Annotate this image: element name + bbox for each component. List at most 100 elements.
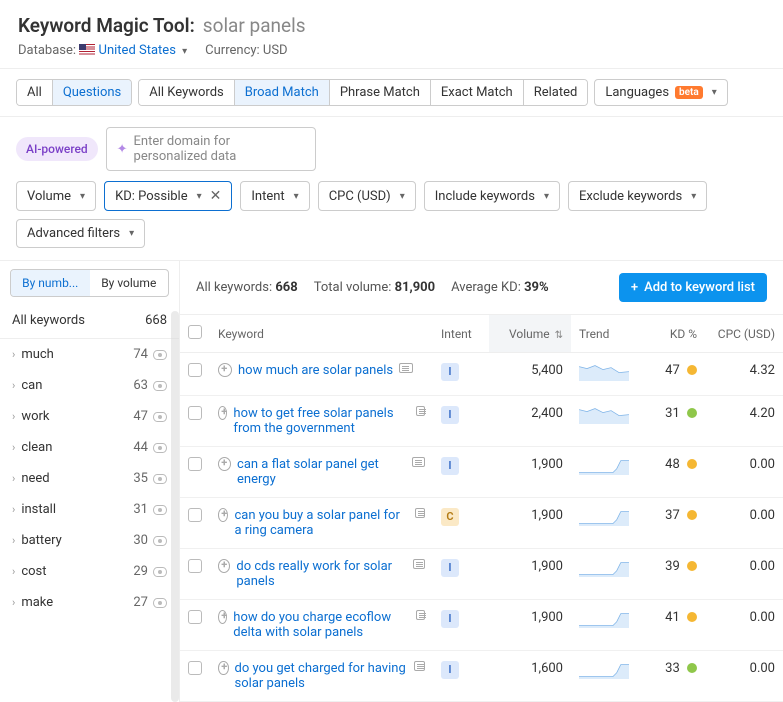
sidebar-item[interactable]: ›work47 <box>0 401 179 432</box>
filter-intent[interactable]: Intent▾ <box>240 181 309 211</box>
filter-include[interactable]: Include keywords▾ <box>424 181 560 211</box>
eye-icon[interactable] <box>153 505 167 515</box>
kd-value: 41 <box>641 600 705 651</box>
select-all-checkbox[interactable] <box>188 325 202 339</box>
col-volume[interactable]: Volume ⇅ <box>489 315 571 353</box>
row-checkbox[interactable] <box>188 457 202 471</box>
kd-dot-icon <box>687 612 697 622</box>
col-trend[interactable]: Trend <box>571 315 641 353</box>
sidebar-item-label: clean <box>21 440 52 455</box>
tab-exact-match[interactable]: Exact Match <box>431 80 524 105</box>
serp-icon[interactable] <box>416 406 425 416</box>
sidebar-item-label: much <box>21 347 54 362</box>
sidebar-item[interactable]: ›need35 <box>0 463 179 494</box>
sidebar-item-label: can <box>21 378 42 393</box>
kd-value: 47 <box>641 353 705 396</box>
expand-icon[interactable] <box>218 559 230 573</box>
col-intent[interactable]: Intent <box>433 315 489 353</box>
domain-input[interactable]: ✦ Enter domain for personalized data <box>106 127 316 171</box>
sparkle-icon: ✦ <box>117 142 128 157</box>
expand-icon[interactable] <box>218 363 232 377</box>
sidebar-item[interactable]: ›much74 <box>0 339 179 370</box>
table-row: do you get charged for having solar pane… <box>180 651 783 702</box>
serp-icon[interactable] <box>412 457 425 467</box>
serp-icon[interactable] <box>399 363 413 373</box>
cpc-value: 0.00 <box>705 600 783 651</box>
col-kd[interactable]: KD % <box>641 315 705 353</box>
keyword-link[interactable]: can you buy a solar panel for a ring cam… <box>234 508 408 538</box>
row-checkbox[interactable] <box>188 508 202 522</box>
chevron-down-icon: ▾ <box>712 87 717 98</box>
sidebar-item[interactable]: ›make27 <box>0 587 179 618</box>
eye-icon[interactable] <box>153 350 167 360</box>
tab-phrase-match[interactable]: Phrase Match <box>330 80 431 105</box>
eye-icon[interactable] <box>153 598 167 608</box>
kd-dot-icon <box>687 408 697 418</box>
filter-kd[interactable]: KD: Possible▾✕ <box>104 181 232 211</box>
tab-all[interactable]: All <box>17 80 53 105</box>
sidebar-all-label: All keywords <box>12 313 85 328</box>
filter-advanced[interactable]: Advanced filters▾ <box>16 219 145 248</box>
serp-icon[interactable] <box>415 508 425 518</box>
keyword-link[interactable]: do cds really work for solar panels <box>236 559 406 589</box>
sidebar-item-count: 47 <box>133 409 148 424</box>
expand-icon[interactable] <box>218 406 227 420</box>
filter-include-label: Include keywords <box>435 189 535 204</box>
expand-icon[interactable] <box>218 457 231 471</box>
keyword-link[interactable]: can a flat solar panel get energy <box>237 457 406 487</box>
database-selector[interactable]: Database: United States ▾ <box>18 43 187 58</box>
keyword-link[interactable]: how much are solar panels <box>238 363 393 378</box>
expand-icon[interactable] <box>218 661 229 675</box>
tab-questions[interactable]: Questions <box>53 80 131 105</box>
trend-sparkline <box>571 447 641 498</box>
eye-icon[interactable] <box>153 536 167 546</box>
chevron-down-icon: ▾ <box>691 191 696 202</box>
sidebar-item[interactable]: ›battery30 <box>0 525 179 556</box>
expand-icon[interactable] <box>218 508 228 522</box>
table-row: do cds really work for solar panels I 1,… <box>180 549 783 600</box>
keyword-link[interactable]: how to get free solar panels from the go… <box>233 406 409 436</box>
col-keyword[interactable]: Keyword <box>210 315 433 353</box>
eye-icon[interactable] <box>153 443 167 453</box>
serp-icon[interactable] <box>414 661 425 671</box>
trend-sparkline <box>571 396 641 447</box>
sort-by-volume[interactable]: By volume <box>90 270 169 296</box>
add-to-keyword-list-button[interactable]: + Add to keyword list <box>619 273 767 302</box>
sidebar-item[interactable]: ›install31 <box>0 494 179 525</box>
sidebar-item[interactable]: ›can63 <box>0 370 179 401</box>
tab-broad-match[interactable]: Broad Match <box>235 80 330 105</box>
scrollbar[interactable] <box>171 311 179 702</box>
chevron-down-icon: ▾ <box>182 46 187 57</box>
keyword-link[interactable]: how do you charge ecoflow delta with sol… <box>233 610 409 640</box>
tab-related[interactable]: Related <box>524 80 588 105</box>
serp-icon[interactable] <box>413 559 425 569</box>
sidebar-item[interactable]: ›clean44 <box>0 432 179 463</box>
keyword-link[interactable]: do you get charged for having solar pane… <box>235 661 409 691</box>
sidebar-all-keywords[interactable]: All keywords 668 <box>0 303 179 339</box>
row-checkbox[interactable] <box>188 559 202 573</box>
database-label: Database: <box>18 43 76 58</box>
expand-icon[interactable] <box>218 610 227 624</box>
row-checkbox[interactable] <box>188 661 202 675</box>
volume-value: 1,900 <box>489 447 571 498</box>
eye-icon[interactable] <box>153 474 167 484</box>
filter-volume[interactable]: Volume▾ <box>16 181 96 211</box>
close-icon[interactable]: ✕ <box>210 188 222 204</box>
filter-cpc[interactable]: CPC (USD)▾ <box>318 181 416 211</box>
languages-selector[interactable]: Languages beta ▾ <box>594 79 727 106</box>
eye-icon[interactable] <box>153 567 167 577</box>
sidebar-item-count: 30 <box>133 533 148 548</box>
row-checkbox[interactable] <box>188 406 202 420</box>
eye-icon[interactable] <box>153 412 167 422</box>
sidebar-item[interactable]: ›cost29 <box>0 556 179 587</box>
flag-us-icon <box>79 44 95 55</box>
eye-icon[interactable] <box>153 381 167 391</box>
serp-icon[interactable] <box>416 610 425 620</box>
filter-exclude[interactable]: Exclude keywords▾ <box>568 181 707 211</box>
sort-by-number[interactable]: By numb... <box>11 270 90 296</box>
row-checkbox[interactable] <box>188 610 202 624</box>
col-cpc[interactable]: CPC (USD) <box>705 315 783 353</box>
row-checkbox[interactable] <box>188 363 202 377</box>
sidebar-item-count: 74 <box>133 347 148 362</box>
tab-all-keywords[interactable]: All Keywords <box>139 80 235 105</box>
